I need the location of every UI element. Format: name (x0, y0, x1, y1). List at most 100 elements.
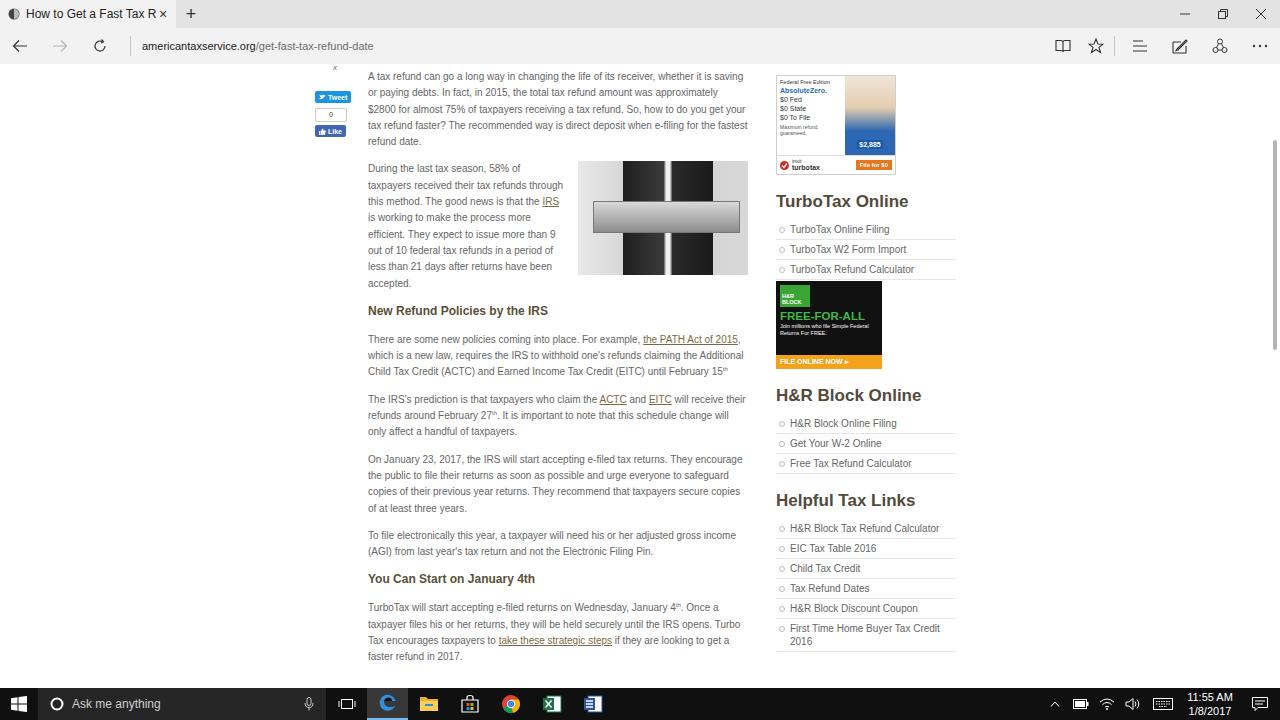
browser-toolbar: americantaxservice.org/get-fast-tax-refu… (0, 28, 1280, 64)
bullet-icon (779, 626, 785, 632)
taskbar-app[interactable] (408, 688, 449, 720)
sidebar-link[interactable]: H&R Block Discount Coupon (776, 599, 956, 619)
chevron-up-icon (1050, 701, 1060, 707)
article-link[interactable]: take these strategic steps (499, 635, 612, 646)
ad-price-line: $0 State (780, 104, 845, 113)
ad-button[interactable]: File for $0 (856, 160, 892, 170)
ad-price-line: $0 To File (780, 113, 845, 122)
like-button[interactable]: Like (315, 125, 346, 137)
browser-tab[interactable]: How to Get a Fast Tax R × (0, 0, 176, 28)
star-icon (1088, 38, 1104, 54)
share-button[interactable] (1200, 28, 1240, 64)
clock-date: 1/8/2017 (1189, 704, 1232, 718)
hub-icon (1132, 39, 1148, 53)
ad-amount: $2,885 (857, 140, 882, 149)
taskbar-app[interactable] (367, 688, 408, 720)
address-bar[interactable]: americantaxservice.org/get-fast-tax-refu… (142, 40, 843, 52)
text-run: The IRS's prediction is that taxpayers w… (368, 394, 599, 405)
sidebar-link[interactable]: First Time Home Buyer Tax Credit 2016 (776, 619, 956, 652)
turbotax-ad[interactable]: Federal Free Edition AbsoluteZero. $0 Fe… (776, 75, 896, 175)
touch-keyboard-button[interactable] (1146, 688, 1180, 720)
sidebar-link[interactable]: H&R Block Tax Refund Calculator (776, 519, 956, 539)
restore-icon (1218, 9, 1228, 19)
bullet-icon (779, 566, 785, 572)
minimize-button[interactable] (1166, 0, 1204, 28)
ad-photo: $2,885 (845, 76, 895, 155)
new-tab-button[interactable]: + (176, 0, 206, 28)
action-center-button[interactable] (1240, 688, 1280, 720)
article-paragraph: On January 23, 2017, the IRS will start … (368, 452, 748, 517)
sidebar-list: H&R Block Online Filing Get Your W-2 Onl… (776, 414, 956, 474)
chrome-icon (501, 694, 521, 714)
article-paragraph: To file electronically this year, a taxp… (368, 528, 748, 561)
article-paragraph: TurboTax will start accepting e-filed re… (368, 600, 748, 665)
ad-headline: FREE-FOR-ALL (780, 310, 878, 323)
ad-logo: H&R BLOCK (780, 285, 810, 307)
favorite-button[interactable] (1083, 28, 1109, 64)
text-run: There are some new policies coming into … (368, 334, 643, 345)
sidebar-link[interactable]: TurboTax W2 Form Import (776, 240, 956, 260)
sidebar-link[interactable]: Get Your W-2 Online (776, 434, 956, 454)
sidebar-link[interactable]: H&R Block Online Filing (776, 414, 956, 434)
article-link[interactable]: EITC (649, 394, 672, 405)
web-page: x Tweet 0 Like A tax refund can go a lon… (0, 64, 1280, 688)
volume-button[interactable] (1120, 688, 1146, 720)
web-note-button[interactable] (1160, 28, 1200, 64)
article: A tax refund can go a long way in changi… (368, 64, 748, 677)
ad-button[interactable]: FILE ONLINE NOW ▸ (776, 355, 882, 369)
start-button[interactable] (0, 688, 38, 720)
battery-button[interactable] (1068, 688, 1094, 720)
sidebar-heading: TurboTax Online (776, 191, 956, 212)
tweet-button[interactable]: Tweet (315, 91, 351, 103)
sidebar-link[interactable]: TurboTax Online Filing (776, 220, 956, 240)
article-link[interactable]: ACTC (599, 394, 626, 405)
refresh-button[interactable] (80, 28, 120, 64)
article-link[interactable]: the PATH Act of 2015 (643, 334, 738, 345)
clock[interactable]: 11:55 AM 1/8/2017 (1180, 688, 1240, 720)
image-banner (593, 201, 740, 233)
network-button[interactable] (1094, 688, 1120, 720)
taskbar: Ask me anything 11:55 AM 1/8/2017 (0, 688, 1280, 720)
url-path: /get-fast-tax-refund-date (256, 40, 374, 52)
taskbar-app[interactable] (531, 688, 572, 720)
close-button[interactable] (1242, 0, 1280, 28)
taskbar-app[interactable] (572, 688, 613, 720)
back-button[interactable] (0, 28, 40, 64)
bullet-icon (779, 461, 785, 467)
windows-logo-icon (11, 696, 27, 712)
restore-button[interactable] (1204, 0, 1242, 28)
sidebar-link[interactable]: EIC Tax Table 2016 (776, 539, 956, 559)
taskbar-app[interactable] (490, 688, 531, 720)
sidebar-link[interactable]: Child Tax Credit (776, 559, 956, 579)
taskbar-app[interactable] (449, 688, 490, 720)
article-heading: You Can Start on January 4th (368, 571, 748, 587)
hub-button[interactable] (1120, 28, 1160, 64)
sidebar-link[interactable]: Free Tax Refund Calculator (776, 454, 956, 474)
reading-view-button[interactable] (1043, 28, 1083, 64)
battery-icon (1073, 699, 1089, 709)
sidebar-link[interactable]: Tax Refund Dates (776, 579, 956, 599)
article-heading: New Refund Policies by the IRS (368, 303, 748, 319)
hrblock-ad[interactable]: H&R BLOCK FREE-FOR-ALL Join millions who… (776, 281, 882, 369)
ordinal-suffix: th (723, 366, 728, 372)
more-button[interactable] (1240, 28, 1280, 64)
tab-bar: How to Get a Fast Tax R × + (0, 0, 1280, 28)
clock-time: 11:55 AM (1187, 690, 1233, 704)
task-view-button[interactable] (326, 688, 367, 720)
tab-close-button[interactable]: × (156, 6, 170, 22)
cortana-search[interactable]: Ask me anything (38, 688, 326, 720)
share-close-button[interactable]: x (333, 64, 337, 72)
microphone-icon (304, 697, 314, 711)
scrollbar-thumb[interactable] (1273, 140, 1277, 350)
show-hidden-icons-button[interactable] (1042, 688, 1068, 720)
sidebar-link[interactable]: TurboTax Refund Calculator (776, 260, 956, 280)
check-icon (780, 161, 789, 170)
article-link[interactable]: IRS (542, 196, 559, 207)
bullet-icon (779, 606, 785, 612)
bullet-icon (779, 421, 785, 427)
search-placeholder: Ask me anything (72, 697, 296, 711)
speaker-icon (1125, 698, 1141, 710)
share-bar: x Tweet 0 Like (315, 64, 355, 137)
article-paragraph: A tax refund can go a long way in changi… (368, 69, 748, 150)
ordinal-suffix: th (492, 410, 497, 416)
